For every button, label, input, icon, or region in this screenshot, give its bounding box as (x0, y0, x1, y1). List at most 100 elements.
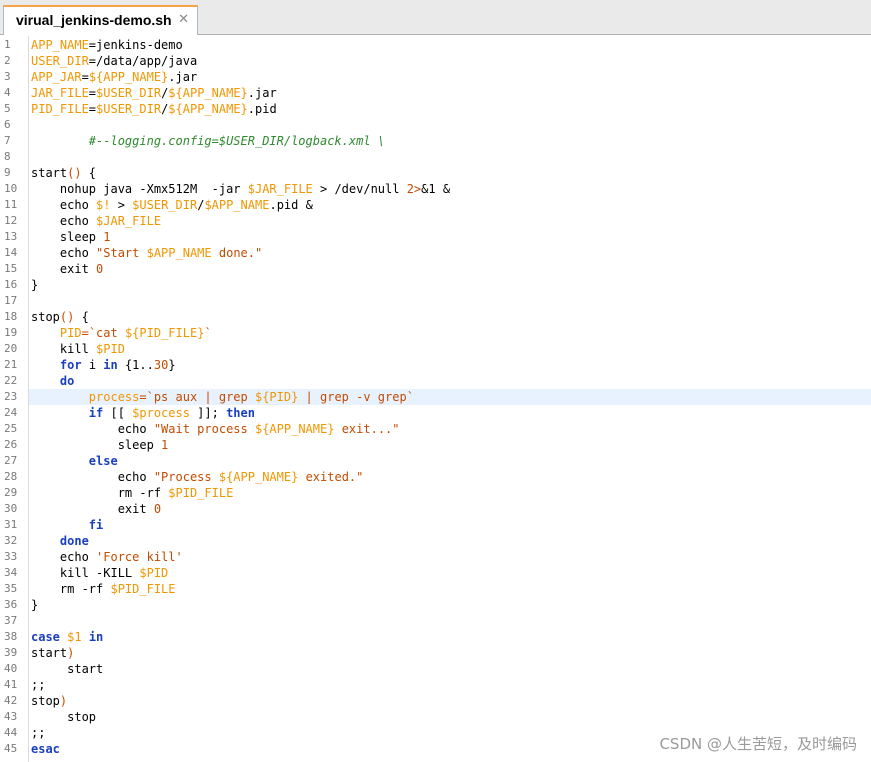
code-token: =jenkins-demo (88, 38, 183, 52)
code-line-text: USER_DIR=/data/app/java (31, 53, 197, 69)
code-line[interactable]: stop() { (29, 309, 871, 325)
code-token: done (59, 534, 89, 548)
tab-bar: virual_jenkins-demo.sh ✕ (0, 0, 871, 35)
code-line[interactable]: start) (29, 645, 871, 661)
code-line[interactable]: done (29, 533, 871, 549)
code-line[interactable]: } (29, 277, 871, 293)
code-token: in (103, 358, 118, 372)
line-number: 19 (4, 326, 18, 339)
code-line-text: stop (31, 709, 96, 725)
code-line[interactable]: for i in {1..30} (29, 357, 871, 373)
line-number: 3 (4, 70, 11, 83)
code-token: exit..." (334, 422, 400, 436)
code-line[interactable]: APP_JAR=${APP_NAME}.jar (29, 69, 871, 85)
line-number: 10 (4, 182, 18, 195)
code-token: $PID (96, 342, 125, 356)
code-token: sleep (31, 230, 104, 244)
line-number: 24 (4, 406, 18, 419)
code-token: stop (31, 710, 97, 724)
code-token: $! (96, 198, 111, 212)
code-token: ;; (31, 726, 46, 740)
code-line-text: APP_NAME=jenkins-demo (31, 37, 183, 53)
line-number: 16 (4, 278, 18, 291)
code-line[interactable]: sleep 1 (29, 437, 871, 453)
code-line[interactable]: kill $PID (29, 341, 871, 357)
code-token: USER_DIR (31, 54, 89, 68)
code-token: { (74, 310, 89, 324)
code-line-text: } (31, 597, 38, 613)
code-token: start (31, 646, 68, 660)
code-line[interactable]: PID_FILE=$USER_DIR/${APP_NAME}.pid (29, 101, 871, 117)
code-editor[interactable]: 1 2 3 4 5 6 7 8 9 10 11 12 13 14 15 16 17 18 19 20 21 22 23 24 2… (0, 36, 871, 762)
code-line-text: sleep 1 (31, 437, 169, 453)
code-line[interactable]: echo 'Force kill' (29, 549, 871, 565)
code-token: process (88, 390, 140, 404)
code-line[interactable]: echo "Wait process ${APP_NAME} exit..." (29, 421, 871, 437)
code-line-text: kill -KILL $PID (31, 565, 168, 581)
close-icon[interactable]: ✕ (178, 12, 189, 27)
code-line[interactable]: kill -KILL $PID (29, 565, 871, 581)
code-token: 2> (406, 182, 422, 196)
line-number: 12 (4, 214, 18, 227)
code-line[interactable]: start (29, 661, 871, 677)
code-line[interactable]: rm -rf $PID_FILE (29, 581, 871, 597)
code-line[interactable] (29, 149, 871, 165)
code-line[interactable]: case $1 in (29, 629, 871, 645)
code-line-text: PID=`cat ${PID_FILE}` (31, 325, 212, 341)
line-number: 42 (4, 694, 18, 707)
code-token: ${PID_FILE} (124, 326, 205, 340)
code-line[interactable]: USER_DIR=/data/app/java (29, 53, 871, 69)
code-token: } (168, 358, 176, 372)
code-line[interactable]: stop) (29, 693, 871, 709)
code-line[interactable]: echo "Start $APP_NAME done." (29, 245, 871, 261)
code-line[interactable]: echo "Process ${APP_NAME} exited." (29, 469, 871, 485)
code-line-text: kill $PID (31, 341, 125, 357)
code-line[interactable] (29, 613, 871, 629)
code-line[interactable]: fi (29, 517, 871, 533)
code-line[interactable]: APP_NAME=jenkins-demo (29, 37, 871, 53)
code-line[interactable]: echo $! > $USER_DIR/$APP_NAME.pid & (29, 197, 871, 213)
code-token: kill (31, 342, 97, 356)
code-line[interactable]: exit 0 (29, 261, 871, 277)
code-line[interactable]: do (29, 373, 871, 389)
code-line[interactable]: process=`ps aux | grep ${PID} | grep -v … (29, 389, 871, 405)
line-number: 7 (4, 134, 11, 147)
code-line-text: case $1 in (31, 629, 103, 645)
line-number: 39 (4, 646, 18, 659)
code-token: "Wait process (153, 422, 255, 436)
code-token: $1 (67, 630, 82, 644)
code-line[interactable]: #--logging.config=$USER_DIR/logback.xml … (29, 133, 871, 149)
line-number: 40 (4, 662, 18, 675)
code-token: 30 (153, 358, 169, 372)
code-line[interactable]: echo $JAR_FILE (29, 213, 871, 229)
code-area[interactable]: APP_NAME=jenkins-demo USER_DIR=/data/app/… (29, 36, 871, 762)
code-line-text: rm -rf $PID_FILE (31, 485, 234, 501)
code-token: .pid (247, 102, 277, 116)
code-line-text: ;; (31, 725, 45, 741)
code-line[interactable]: exit 0 (29, 501, 871, 517)
code-line[interactable]: ;; (29, 677, 871, 693)
code-line[interactable] (29, 293, 871, 309)
code-token: 1 (161, 438, 169, 452)
code-line[interactable]: PID=`cat ${PID_FILE}` (29, 325, 871, 341)
watermark: CSDN @人生苦短，及时编码 (659, 735, 857, 753)
code-line[interactable]: nohup java -Xmx512M -jar $JAR_FILE > /de… (29, 181, 871, 197)
code-line[interactable]: } (29, 597, 871, 613)
code-token: =/data/app/java (88, 54, 198, 68)
code-line[interactable]: JAR_FILE=$USER_DIR/${APP_NAME}.jar (29, 85, 871, 101)
code-token: #--logging.config=$USER_DIR/logback.xml … (88, 134, 386, 148)
code-token: sleep (31, 438, 162, 452)
line-number: 11 (4, 198, 18, 211)
line-number: 2 (4, 54, 11, 67)
code-line[interactable]: else (29, 453, 871, 469)
code-line[interactable]: stop (29, 709, 871, 725)
code-line[interactable]: sleep 1 (29, 229, 871, 245)
code-line[interactable]: rm -rf $PID_FILE (29, 485, 871, 501)
code-line[interactable] (29, 117, 871, 133)
code-token: 'Force kill' (96, 550, 183, 564)
code-line[interactable]: start() { (29, 165, 871, 181)
code-line[interactable]: if [[ $process ]]; then (29, 405, 871, 421)
code-token: =`ps aux | grep (139, 390, 255, 404)
tab-file[interactable]: virual_jenkins-demo.sh ✕ (3, 5, 198, 35)
code-line-text: stop) (31, 693, 67, 709)
